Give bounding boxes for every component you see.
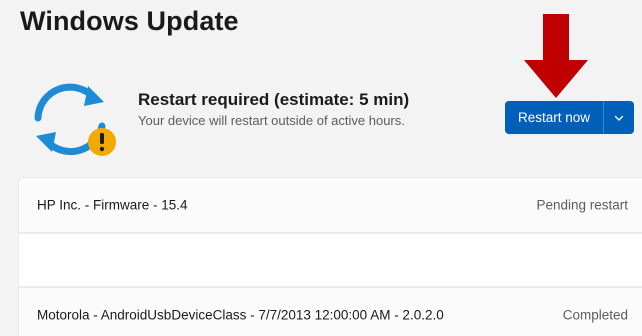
update-row-motorola[interactable]: Motorola - AndroidUsbDeviceClass - 7/7/2… [18, 287, 642, 336]
status-text-group: Restart required (estimate: 5 min) Your … [138, 90, 409, 128]
update-row-firmware[interactable]: HP Inc. - Firmware - 15.4 Pending restar… [18, 177, 642, 233]
page-title: Windows Update [20, 6, 239, 36]
windows-update-page: Windows Update Restart required (estimat… [0, 0, 642, 336]
red-arrow-down-icon [524, 14, 588, 98]
chevron-down-icon [614, 115, 624, 121]
updates-list: HP Inc. - Firmware - 15.4 Pending restar… [18, 177, 642, 336]
sync-arrows-icon [34, 83, 116, 156]
restart-split-button: Restart now [505, 101, 635, 134]
restart-options-button[interactable] [604, 101, 634, 134]
update-status: Pending restart [536, 197, 628, 213]
update-status-card: Restart required (estimate: 5 min) Your … [0, 14, 642, 168]
warning-badge-icon [88, 128, 116, 156]
update-status: Completed [562, 307, 628, 323]
restart-now-button[interactable]: Restart now [505, 101, 603, 134]
status-subtext: Your device will restart outside of acti… [138, 113, 405, 128]
update-name: Motorola - AndroidUsbDeviceClass - 7/7/2… [37, 307, 444, 323]
update-name: HP Inc. - Firmware - 15.4 [37, 197, 188, 213]
update-row-blank [18, 233, 642, 287]
status-heading: Restart required (estimate: 5 min) [138, 90, 410, 109]
